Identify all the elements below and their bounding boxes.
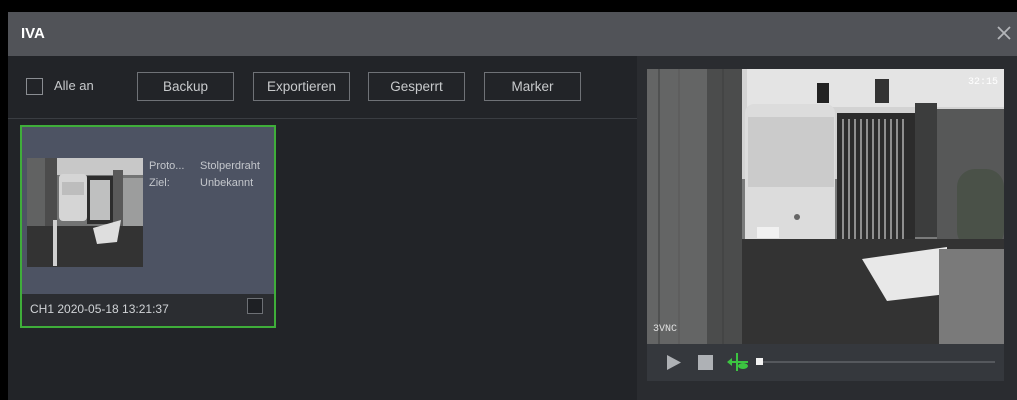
event-timestamp: CH1 2020-05-18 13:21:37 bbox=[30, 302, 169, 316]
play-icon[interactable] bbox=[666, 354, 682, 371]
stop-icon[interactable] bbox=[698, 355, 713, 370]
progress-track[interactable] bbox=[757, 361, 995, 363]
select-all-checkbox[interactable] bbox=[26, 78, 43, 95]
progress-handle[interactable] bbox=[756, 358, 763, 365]
export-button[interactable]: Exportieren bbox=[253, 72, 350, 101]
event-list-pane: Alle an Backup Exportieren Gesperrt Mark… bbox=[8, 56, 637, 400]
backup-button[interactable]: Backup bbox=[137, 72, 234, 101]
locked-button[interactable]: Gesperrt bbox=[368, 72, 465, 101]
video-overlay-text: 3VNC bbox=[653, 324, 678, 335]
protocol-label: Proto... bbox=[149, 160, 185, 172]
preview-pane: 3VNC 32:15 bbox=[637, 56, 1017, 400]
clip-icon[interactable] bbox=[725, 351, 751, 373]
iva-window: IVA Alle an Backup Exportieren Gesperrt … bbox=[8, 12, 1017, 400]
video-preview[interactable]: 3VNC 32:15 bbox=[647, 69, 1004, 344]
window-title: IVA bbox=[21, 25, 45, 42]
target-value: Unbekannt bbox=[200, 177, 254, 189]
protocol-value: Stolperdraht bbox=[200, 160, 260, 172]
event-thumbnail bbox=[27, 158, 143, 267]
event-card[interactable]: Proto... Stolperdraht Ziel: Unbekannt CH… bbox=[20, 125, 276, 328]
title-bar: IVA bbox=[8, 12, 1017, 56]
event-select-checkbox[interactable] bbox=[247, 298, 263, 314]
marker-button[interactable]: Marker bbox=[484, 72, 581, 101]
select-all-label: Alle an bbox=[54, 78, 94, 93]
toolbar: Alle an Backup Exportieren Gesperrt Mark… bbox=[8, 56, 637, 119]
target-label: Ziel: bbox=[149, 177, 170, 189]
player-controls bbox=[647, 344, 1004, 381]
event-card-footer: CH1 2020-05-18 13:21:37 bbox=[22, 294, 274, 326]
video-time-text: 32:15 bbox=[967, 77, 998, 88]
close-icon[interactable] bbox=[995, 24, 1013, 42]
